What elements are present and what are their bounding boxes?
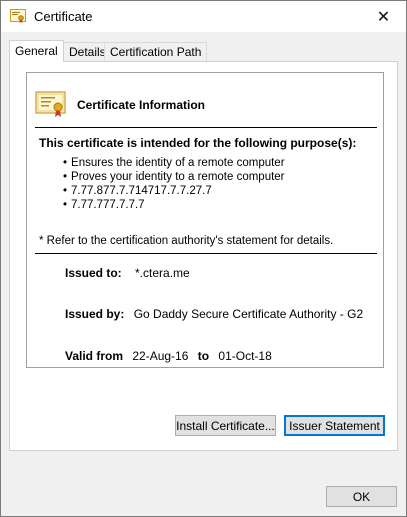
issued-by-row: Issued by: Go Daddy Secure Certificate A…	[65, 307, 363, 321]
ok-button[interactable]: OK	[326, 486, 397, 507]
close-icon: ✕	[376, 8, 391, 26]
divider	[35, 253, 377, 254]
certificate-info-box: Certificate Information This certificate…	[26, 72, 384, 368]
issued-to-row: Issued to: *.ctera.me	[65, 266, 190, 280]
purpose-item: 7.77.877.7.714717.7.7.27.7	[63, 184, 285, 198]
window-title: Certificate	[34, 9, 93, 24]
issuer-statement-button[interactable]: Issuer Statement	[284, 415, 385, 436]
valid-to-value: 01-Oct-18	[218, 349, 272, 363]
issued-by-label: Issued by:	[65, 307, 125, 321]
purpose-heading: This certificate is intended for the fol…	[39, 136, 357, 150]
divider	[35, 127, 377, 128]
tab-certification-path[interactable]: Certification Path	[104, 42, 208, 61]
info-title: Certificate Information	[77, 98, 206, 112]
validity-row: Valid from 22-Aug-16 to 01-Oct-18	[65, 349, 272, 363]
issued-to-label: Issued to:	[65, 266, 122, 280]
issued-by-value: Go Daddy Secure Certificate Authority - …	[133, 307, 364, 321]
tab-general[interactable]: General	[9, 40, 64, 62]
general-tab-panel: Certificate Information This certificate…	[9, 61, 398, 451]
close-button[interactable]: ✕	[361, 1, 406, 32]
title-bar: Certificate ✕	[1, 1, 406, 32]
valid-from-label: Valid from	[65, 349, 124, 363]
purpose-item: 7.77.777.7.7.7	[63, 198, 285, 212]
purpose-item: Proves your identity to a remote compute…	[63, 170, 285, 184]
purpose-list: Ensures the identity of a remote compute…	[63, 156, 285, 212]
issued-to-value: *.ctera.me	[135, 266, 190, 280]
certificate-window: Certificate ✕ General Details Certificat…	[0, 0, 407, 517]
purpose-item: Ensures the identity of a remote compute…	[63, 156, 285, 170]
valid-to-label: to	[197, 349, 210, 363]
certificate-icon	[10, 9, 26, 23]
install-certificate-button[interactable]: Install Certificate...	[175, 415, 276, 436]
refer-note: * Refer to the certification authority's…	[39, 235, 334, 247]
certificate-icon	[35, 91, 66, 117]
valid-from-value: 22-Aug-16	[132, 349, 189, 363]
